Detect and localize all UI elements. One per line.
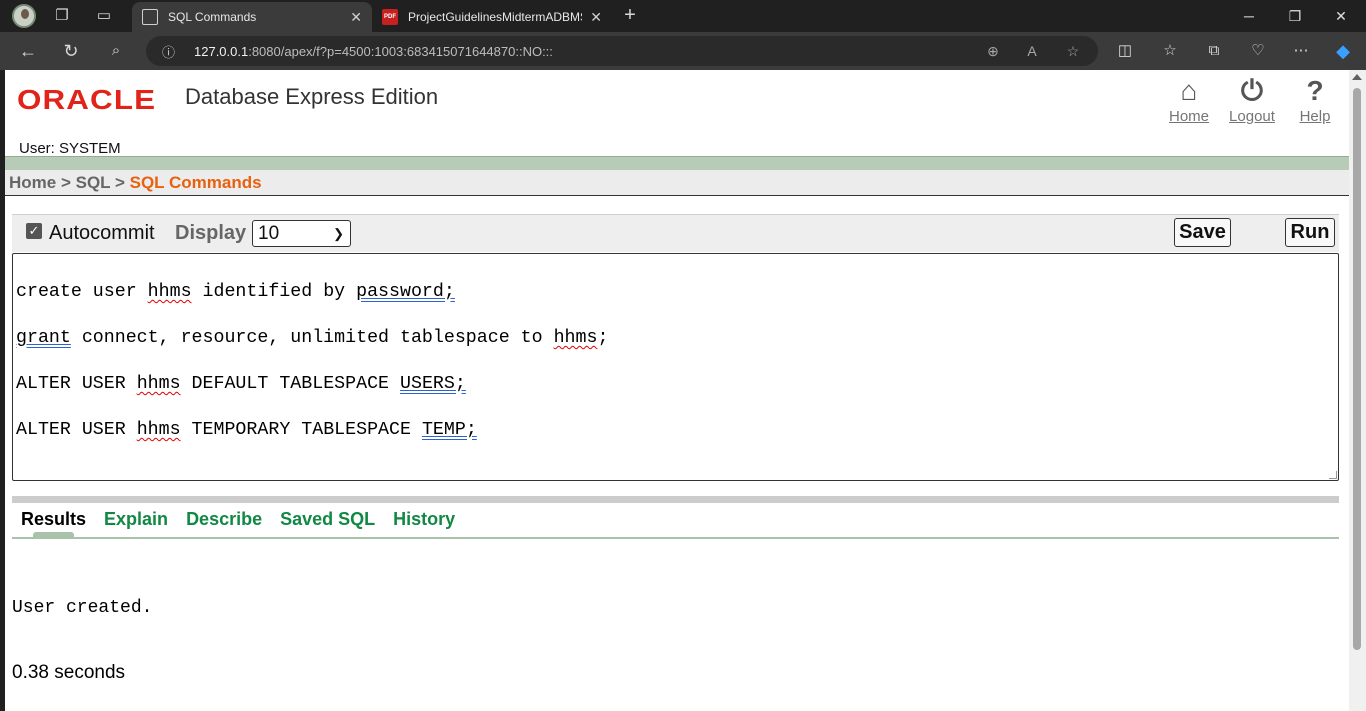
resize-handle[interactable] [1329,471,1337,479]
back-icon[interactable]: ← [16,39,40,63]
tab-describe[interactable]: Describe [186,504,262,534]
sql-editor[interactable]: create user hhms identified by password;… [12,253,1339,481]
sql-line-3: ALTER USER hhms DEFAULT TABLESPACE USERS… [16,374,466,394]
page-icon [142,9,158,25]
read-aloud-icon[interactable]: A [1020,39,1044,63]
extensions-icon[interactable]: ♡ [1246,39,1270,63]
breadcrumb: Home > SQL > SQL Commands [5,170,1349,196]
tab-project-guidelines[interactable]: PDF ProjectGuidelinesMidtermADBMS ✕ [372,2,612,32]
split-screen-icon[interactable]: ◫ [1113,39,1137,63]
result-timing: 0.38 seconds [12,662,126,683]
tab-sql-commands[interactable]: SQL Commands ✕ [132,2,372,32]
workspaces-icon[interactable]: ❐ [50,4,74,28]
new-tab-icon[interactable]: + [618,3,642,27]
browser-toolbar: ← ↻ ⌕ ⓘ 127.0.0.1:8080/apex/f?p=4500:100… [0,32,1366,70]
display-rows-select[interactable]: 10 ❯ [252,220,351,247]
restore-icon[interactable]: ❐ [1272,0,1318,32]
breadcrumb-sql[interactable]: SQL [76,173,111,192]
tab-actions-icon[interactable]: ▭ [92,4,116,28]
tab-explain[interactable]: Explain [104,504,168,534]
oracle-logo: ORACLE [17,84,157,115]
sql-line-4: ALTER USER hhms TEMPORARY TABLESPACE TEM… [16,420,477,440]
autocommit-label: Autocommit [49,222,155,244]
search-icon[interactable]: ⌕ [104,39,128,63]
minimize-icon[interactable]: ─ [1226,0,1272,32]
result-tabs: Results Explain Describe Saved SQL Histo… [21,504,455,534]
more-menu-icon[interactable]: ⋯ [1289,39,1313,63]
refresh-icon[interactable]: ↻ [59,39,83,63]
favorites-icon[interactable]: ☆ [1158,39,1182,63]
tab-underline [12,537,1339,539]
favorite-star-icon[interactable]: ☆ [1061,39,1085,63]
close-icon[interactable]: ✕ [350,9,362,26]
pdf-icon: PDF [382,9,398,25]
current-user: User: SYSTEM [19,140,121,157]
profile-avatar[interactable] [12,4,36,28]
display-rows-value: 10 [258,223,280,244]
address-bar[interactable]: ⓘ 127.0.0.1:8080/apex/f?p=4500:1003:6834… [146,36,1098,66]
tab-results[interactable]: Results [21,504,86,534]
collections-icon[interactable]: ⧉ [1202,39,1226,63]
tab-title: SQL Commands [168,10,257,24]
close-icon[interactable]: ✕ [590,9,602,26]
tab-title: ProjectGuidelinesMidtermADBMS [408,10,583,24]
header-divider [5,156,1349,170]
sql-line-1: create user hhms identified by password; [16,282,455,302]
command-toolbar: ✓ Autocommit Display 10 ❯ Save Run [12,214,1339,252]
scrollbar-thumb[interactable] [1353,88,1361,650]
product-title: Database Express Edition [185,84,439,109]
copilot-icon[interactable]: ◆ [1331,39,1355,63]
breadcrumb-current: SQL Commands [129,173,262,192]
power-icon: ⏻ [1240,75,1264,106]
breadcrumb-home[interactable]: Home [9,173,56,192]
logout-link-label: Logout [1229,108,1275,125]
header-logout-link[interactable]: ⏻ Logout [1222,74,1282,126]
chevron-down-icon: ❯ [333,226,344,241]
run-button[interactable]: Run [1285,218,1335,247]
site-info-icon[interactable]: ⓘ [162,42,180,61]
home-link-label: Home [1168,108,1209,125]
autocommit-checkbox[interactable]: ✓ [26,223,42,239]
tab-history[interactable]: History [393,504,455,534]
sql-line-2: grant connect, resource, unlimited table… [16,328,609,348]
header-home-link[interactable]: ⌂ Home [1159,74,1219,126]
results-divider [12,496,1339,503]
header-help-link[interactable]: ? Help [1285,74,1345,126]
save-button[interactable]: Save [1174,218,1231,247]
apex-page: ORACLE Database Express Edition ⌂ Home ⏻… [5,70,1349,711]
close-window-icon[interactable]: ✕ [1318,0,1364,32]
page-scrollbar[interactable] [1349,70,1366,711]
result-message: User created. [12,598,153,618]
browser-tab-bar: ❐ ▭ SQL Commands ✕ PDF ProjectGuidelines… [0,0,1366,32]
help-link-label: Help [1299,108,1331,125]
help-icon: ? [1306,75,1324,106]
scroll-up-icon[interactable] [1352,74,1362,80]
tab-saved-sql[interactable]: Saved SQL [280,504,375,534]
zoom-icon[interactable]: ⊕ [981,39,1005,63]
home-icon: ⌂ [1180,75,1198,106]
display-label: Display [175,222,247,244]
url-text: 127.0.0.1:8080/apex/f?p=4500:1003:683415… [194,43,553,59]
